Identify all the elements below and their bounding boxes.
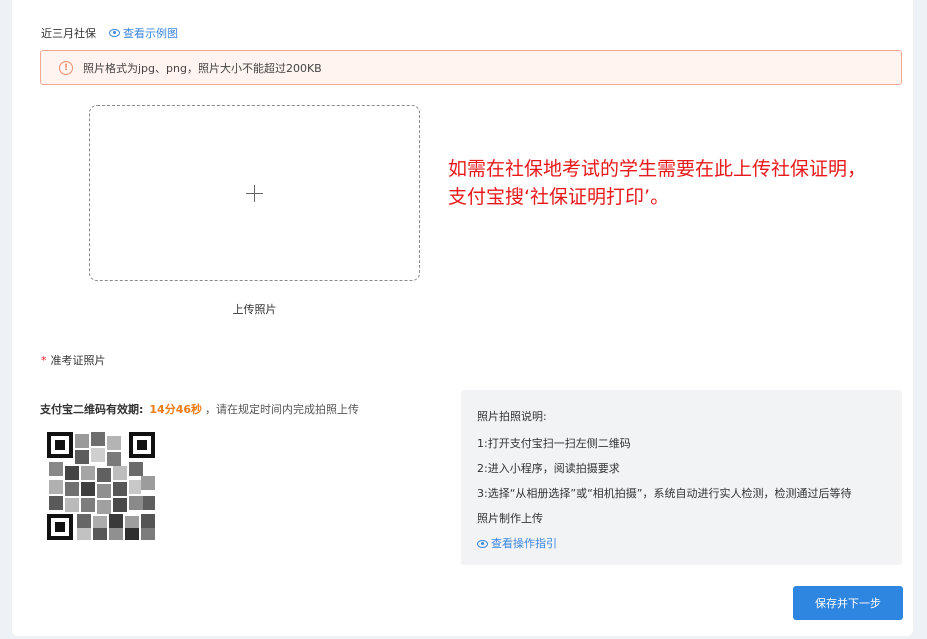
view-guide-link[interactable]: 查看操作指引 bbox=[477, 531, 886, 556]
social-security-title: 近三月社保 bbox=[41, 27, 96, 40]
alert-circle-icon: ! bbox=[59, 60, 73, 75]
alert-text: 照片格式为jpg、png，照片大小不能超过200KB bbox=[83, 61, 322, 75]
qr-validity-label: 支付宝二维码有效期: bbox=[40, 403, 144, 416]
qr-hint: ，请在规定时间内完成拍照上传 bbox=[205, 403, 360, 416]
plus-icon bbox=[246, 184, 263, 202]
photo-upload-box[interactable] bbox=[89, 105, 420, 281]
social-security-annotation: 如需在社保地考试的学生需要在此上传社保证明，支付宝搜‘社保证明打印’。 bbox=[448, 158, 867, 208]
qr-validity-line: 支付宝二维码有效期: 14分46秒 ，请在规定时间内完成拍照上传 bbox=[40, 401, 359, 417]
upload-photo-label: 上传照片 bbox=[232, 303, 277, 316]
instruction-step: 3:选择“从相册选择”或“相机拍摄”，系统自动进行实人检测，检测通过后等待 bbox=[477, 487, 852, 500]
eye-icon bbox=[109, 29, 120, 37]
qr-countdown: 14分46秒 bbox=[149, 403, 203, 416]
eye-icon bbox=[477, 539, 488, 548]
view-guide-label: 查看操作指引 bbox=[491, 537, 557, 550]
admission-photo-title: * 准考证照片 bbox=[41, 352, 106, 368]
alipay-qr-code bbox=[45, 430, 157, 542]
instruction-step: 照片制作上传 bbox=[477, 512, 543, 525]
form-card: 近三月社保 查看示例图 ! 照片格式为jpg、png，照片大小不能超过200KB… bbox=[12, 0, 913, 636]
photo-instructions-panel: 照片拍照说明: 1:打开支付宝扫一扫左侧二维码 2:进入小程序，阅读拍摄要求 3… bbox=[461, 390, 902, 565]
view-example-label: 查看示例图 bbox=[123, 27, 178, 40]
qr-code-image bbox=[45, 430, 157, 542]
instructions-heading: 照片拍照说明: bbox=[477, 410, 547, 423]
instruction-step: 2:进入小程序，阅读拍摄要求 bbox=[477, 462, 620, 475]
format-alert: ! 照片格式为jpg、png，照片大小不能超过200KB bbox=[40, 50, 902, 85]
instruction-step: 1:打开支付宝扫一扫左侧二维码 bbox=[477, 437, 631, 450]
save-and-next-button[interactable]: 保存并下一步 bbox=[793, 586, 903, 620]
admission-photo-label: 准考证照片 bbox=[50, 354, 106, 367]
view-example-link[interactable]: 查看示例图 bbox=[109, 25, 178, 41]
required-mark: * bbox=[41, 354, 47, 367]
